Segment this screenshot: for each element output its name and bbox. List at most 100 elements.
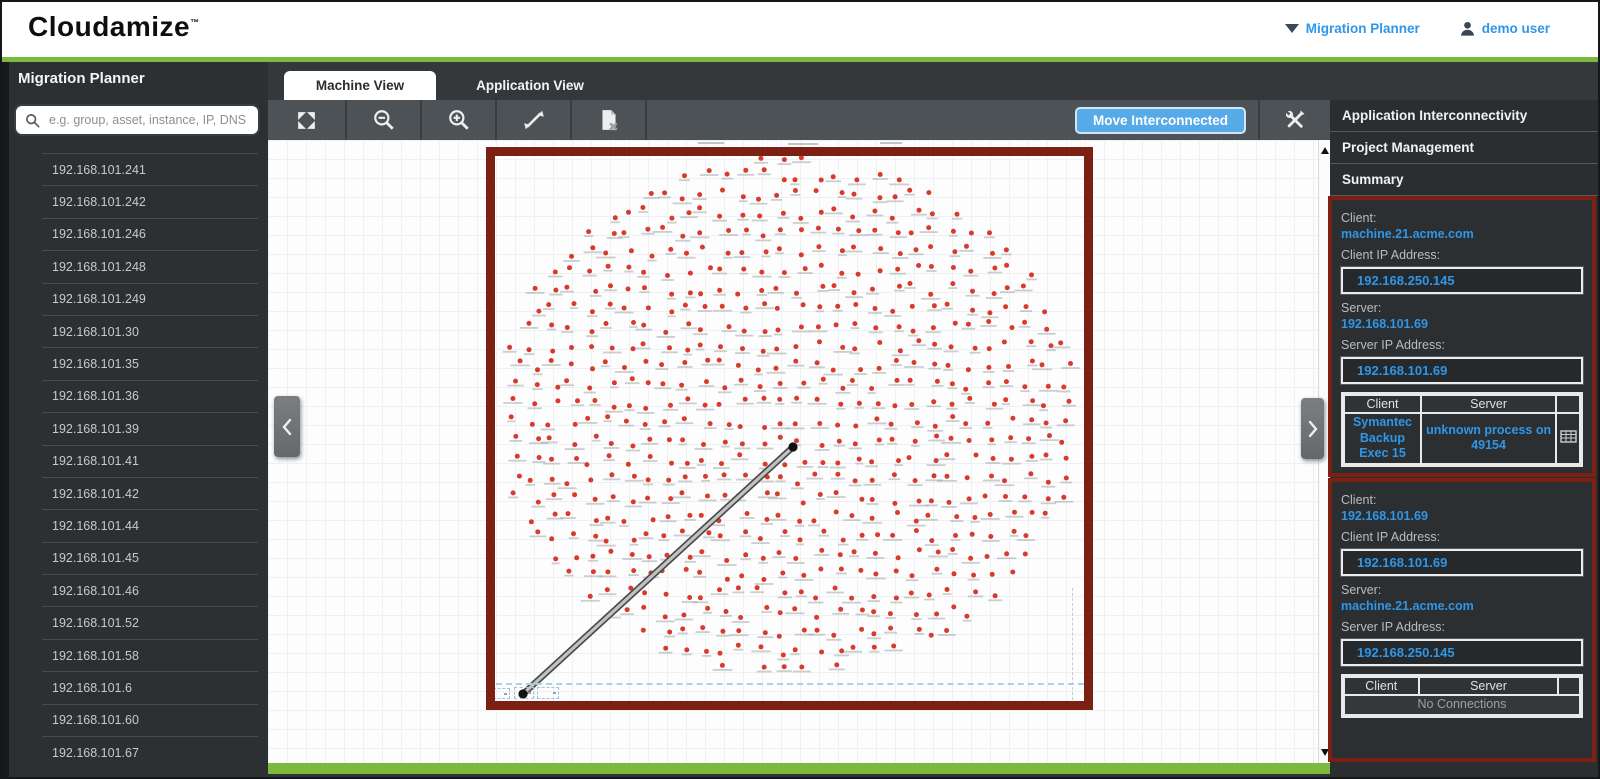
client-ip-label: Client IP Address: (1341, 530, 1583, 544)
sidebar: Migration Planner 192.168.101.241192.168… (2, 62, 268, 777)
machine-list: 192.168.101.241 192.168.101.242 192.168.10… (2, 153, 268, 768)
sidebar-ip-item[interactable]: 192.168.101.42 (42, 477, 258, 509)
move-interconnected-button[interactable]: Move Interconnected (1075, 107, 1246, 134)
search-input[interactable] (47, 112, 249, 128)
client-link[interactable]: machine.21.acme.com (1341, 227, 1583, 241)
fit-view-button[interactable] (268, 100, 347, 140)
client-ip-field[interactable]: 192.168.101.69 (1341, 549, 1583, 576)
section-summary[interactable]: Summary (1330, 164, 1598, 196)
search-box (14, 104, 260, 136)
client-link[interactable]: 192.168.101.69 (1341, 509, 1583, 523)
sidebar-ip-label: 192.168.101.248 (52, 260, 146, 274)
product-menu-label: Migration Planner (1306, 21, 1420, 36)
top-header: Cloudamize™ Migration Planner demo user (0, 0, 1600, 57)
sidebar-ip-label: 192.168.101.58 (52, 649, 139, 663)
server-link[interactable]: 192.168.101.69 (1341, 317, 1583, 331)
client-ip-field[interactable]: 192.168.250.145 (1341, 267, 1583, 294)
conn-client-process[interactable]: Symantec Backup Exec 15 (1345, 414, 1420, 463)
sidebar-ip-item[interactable]: 192.168.101.36 (42, 380, 258, 412)
collapse-sidebar-button[interactable] (274, 396, 300, 457)
chevron-down-icon (1285, 24, 1299, 33)
connections-table: Client Server No Connections (1341, 674, 1583, 718)
sidebar-ip-item[interactable]: 192.168.101.45 (42, 542, 258, 574)
product-menu[interactable]: Migration Planner (1285, 21, 1420, 36)
server-ip-field[interactable]: 192.168.101.69 (1341, 357, 1583, 384)
migration-planner-app: Cloudamize™ Migration Planner demo user … (0, 0, 1600, 779)
client-label: Client: (1341, 493, 1583, 507)
zoom-out-icon (372, 108, 396, 132)
machine-map-canvas[interactable] (268, 140, 1318, 763)
sidebar-ip-label: 192.168.101.242 (52, 195, 146, 209)
sidebar-ip-item[interactable]: 192.168.101.52 (42, 606, 258, 638)
chevron-right-icon (1307, 420, 1319, 438)
connection-row: Symantec Backup Exec 15 unknown process … (1345, 414, 1579, 463)
sidebar-ip-label: 192.168.101.44 (52, 519, 139, 533)
sidebar-ip-item[interactable]: 192.168.101.6 (42, 671, 258, 703)
chevron-left-icon (281, 418, 293, 436)
fit-view-icon (295, 109, 318, 132)
server-link[interactable]: machine.21.acme.com (1341, 599, 1583, 613)
zoom-in-button[interactable] (422, 100, 497, 140)
server-ip-label: Server IP Address: (1341, 620, 1583, 634)
sidebar-ip-item[interactable]: 192.168.101.41 (42, 445, 258, 477)
zoom-in-icon (447, 108, 471, 132)
user-menu-label: demo user (1482, 21, 1550, 36)
collapse-panel-button[interactable] (1301, 398, 1324, 459)
client-label: Client: (1341, 211, 1583, 225)
sidebar-ip-item[interactable]: 192.168.101.46 (42, 574, 258, 606)
conn-detail-button[interactable] (1557, 414, 1579, 463)
sidebar-ip-item[interactable]: 192.168.101.242 (42, 185, 258, 217)
client-ip-label: Client IP Address: (1341, 248, 1583, 262)
sidebar-ip-item[interactable]: 192.168.101.246 (42, 218, 258, 250)
sidebar-ip-item[interactable]: 192.168.101.58 (42, 639, 258, 671)
no-connections-text: No Connections (1345, 696, 1579, 714)
sidebar-ip-item[interactable]: 192.168.101.248 (42, 250, 258, 282)
zoom-out-button[interactable] (347, 100, 422, 140)
sidebar-ip-label: 192.168.101.35 (52, 357, 139, 371)
top-nav: Migration Planner demo user (1285, 0, 1600, 57)
sidebar-ip-label: 192.168.101.246 (52, 227, 146, 241)
tab-machine-view[interactable]: Machine View (284, 71, 436, 100)
sidebar-ip-item[interactable]: 192.168.101.249 (42, 283, 258, 315)
draw-connection-icon (522, 108, 546, 132)
clear-selection-button[interactable] (572, 100, 647, 140)
table-icon (1560, 430, 1577, 443)
user-menu[interactable]: demo user (1460, 21, 1550, 36)
user-icon (1460, 21, 1475, 36)
conn-header-client: Client (1345, 678, 1418, 694)
sidebar-ip-label: 192.168.101.249 (52, 292, 146, 306)
server-label: Server: (1341, 583, 1583, 597)
sidebar-ip-label: 192.168.101.41 (52, 454, 139, 468)
draw-connection-button[interactable] (497, 100, 572, 140)
sidebar-ip-item[interactable]: 192.168.101.39 (42, 412, 258, 444)
section-application-interconnectivity[interactable]: Application Interconnectivity (1330, 100, 1598, 132)
sidebar-ip-label: 192.168.101.36 (52, 389, 139, 403)
search-icon (25, 113, 40, 128)
conn-server-process[interactable]: unknown process on 49154 (1422, 414, 1555, 463)
sidebar-ip-item[interactable]: 192.168.101.60 (42, 704, 258, 736)
view-tabbar: Machine View Application View (268, 62, 1598, 100)
tools-icon (1282, 107, 1308, 133)
tools-button[interactable] (1258, 100, 1330, 140)
server-ip-field[interactable]: 192.168.250.145 (1341, 639, 1583, 666)
section-project-management[interactable]: Project Management (1330, 132, 1598, 164)
conn-header-icon (1557, 396, 1579, 412)
map-toolbar: Move Interconnected (268, 100, 1330, 140)
sidebar-ip-item[interactable]: 192.168.101.67 (42, 736, 258, 768)
connections-table: Client Server Symantec Backup Exec 15 un… (1341, 392, 1583, 467)
sidebar-ip-item[interactable]: 192.168.101.30 (42, 315, 258, 347)
no-connections-row: No Connections (1345, 696, 1579, 714)
sidebar-ip-item[interactable]: 192.168.101.241 (42, 153, 258, 185)
summary-block: Client: machine.21.acme.com Client IP Ad… (1328, 196, 1596, 477)
sidebar-ip-item[interactable]: 192.168.101.44 (42, 509, 258, 541)
scroll-up-icon[interactable] (1321, 147, 1329, 154)
sidebar-ip-label: 192.168.101.45 (52, 551, 139, 565)
server-label: Server: (1341, 301, 1583, 315)
sidebar-ip-label: 192.168.101.60 (52, 713, 139, 727)
accent-bar-bottom (268, 763, 1330, 774)
right-panel: Application Interconnectivity Project Ma… (1330, 100, 1598, 777)
sidebar-ip-label: 192.168.101.42 (52, 487, 139, 501)
sidebar-ip-label: 192.168.101.52 (52, 616, 139, 630)
tab-application-view[interactable]: Application View (450, 71, 610, 100)
sidebar-ip-item[interactable]: 192.168.101.35 (42, 347, 258, 379)
